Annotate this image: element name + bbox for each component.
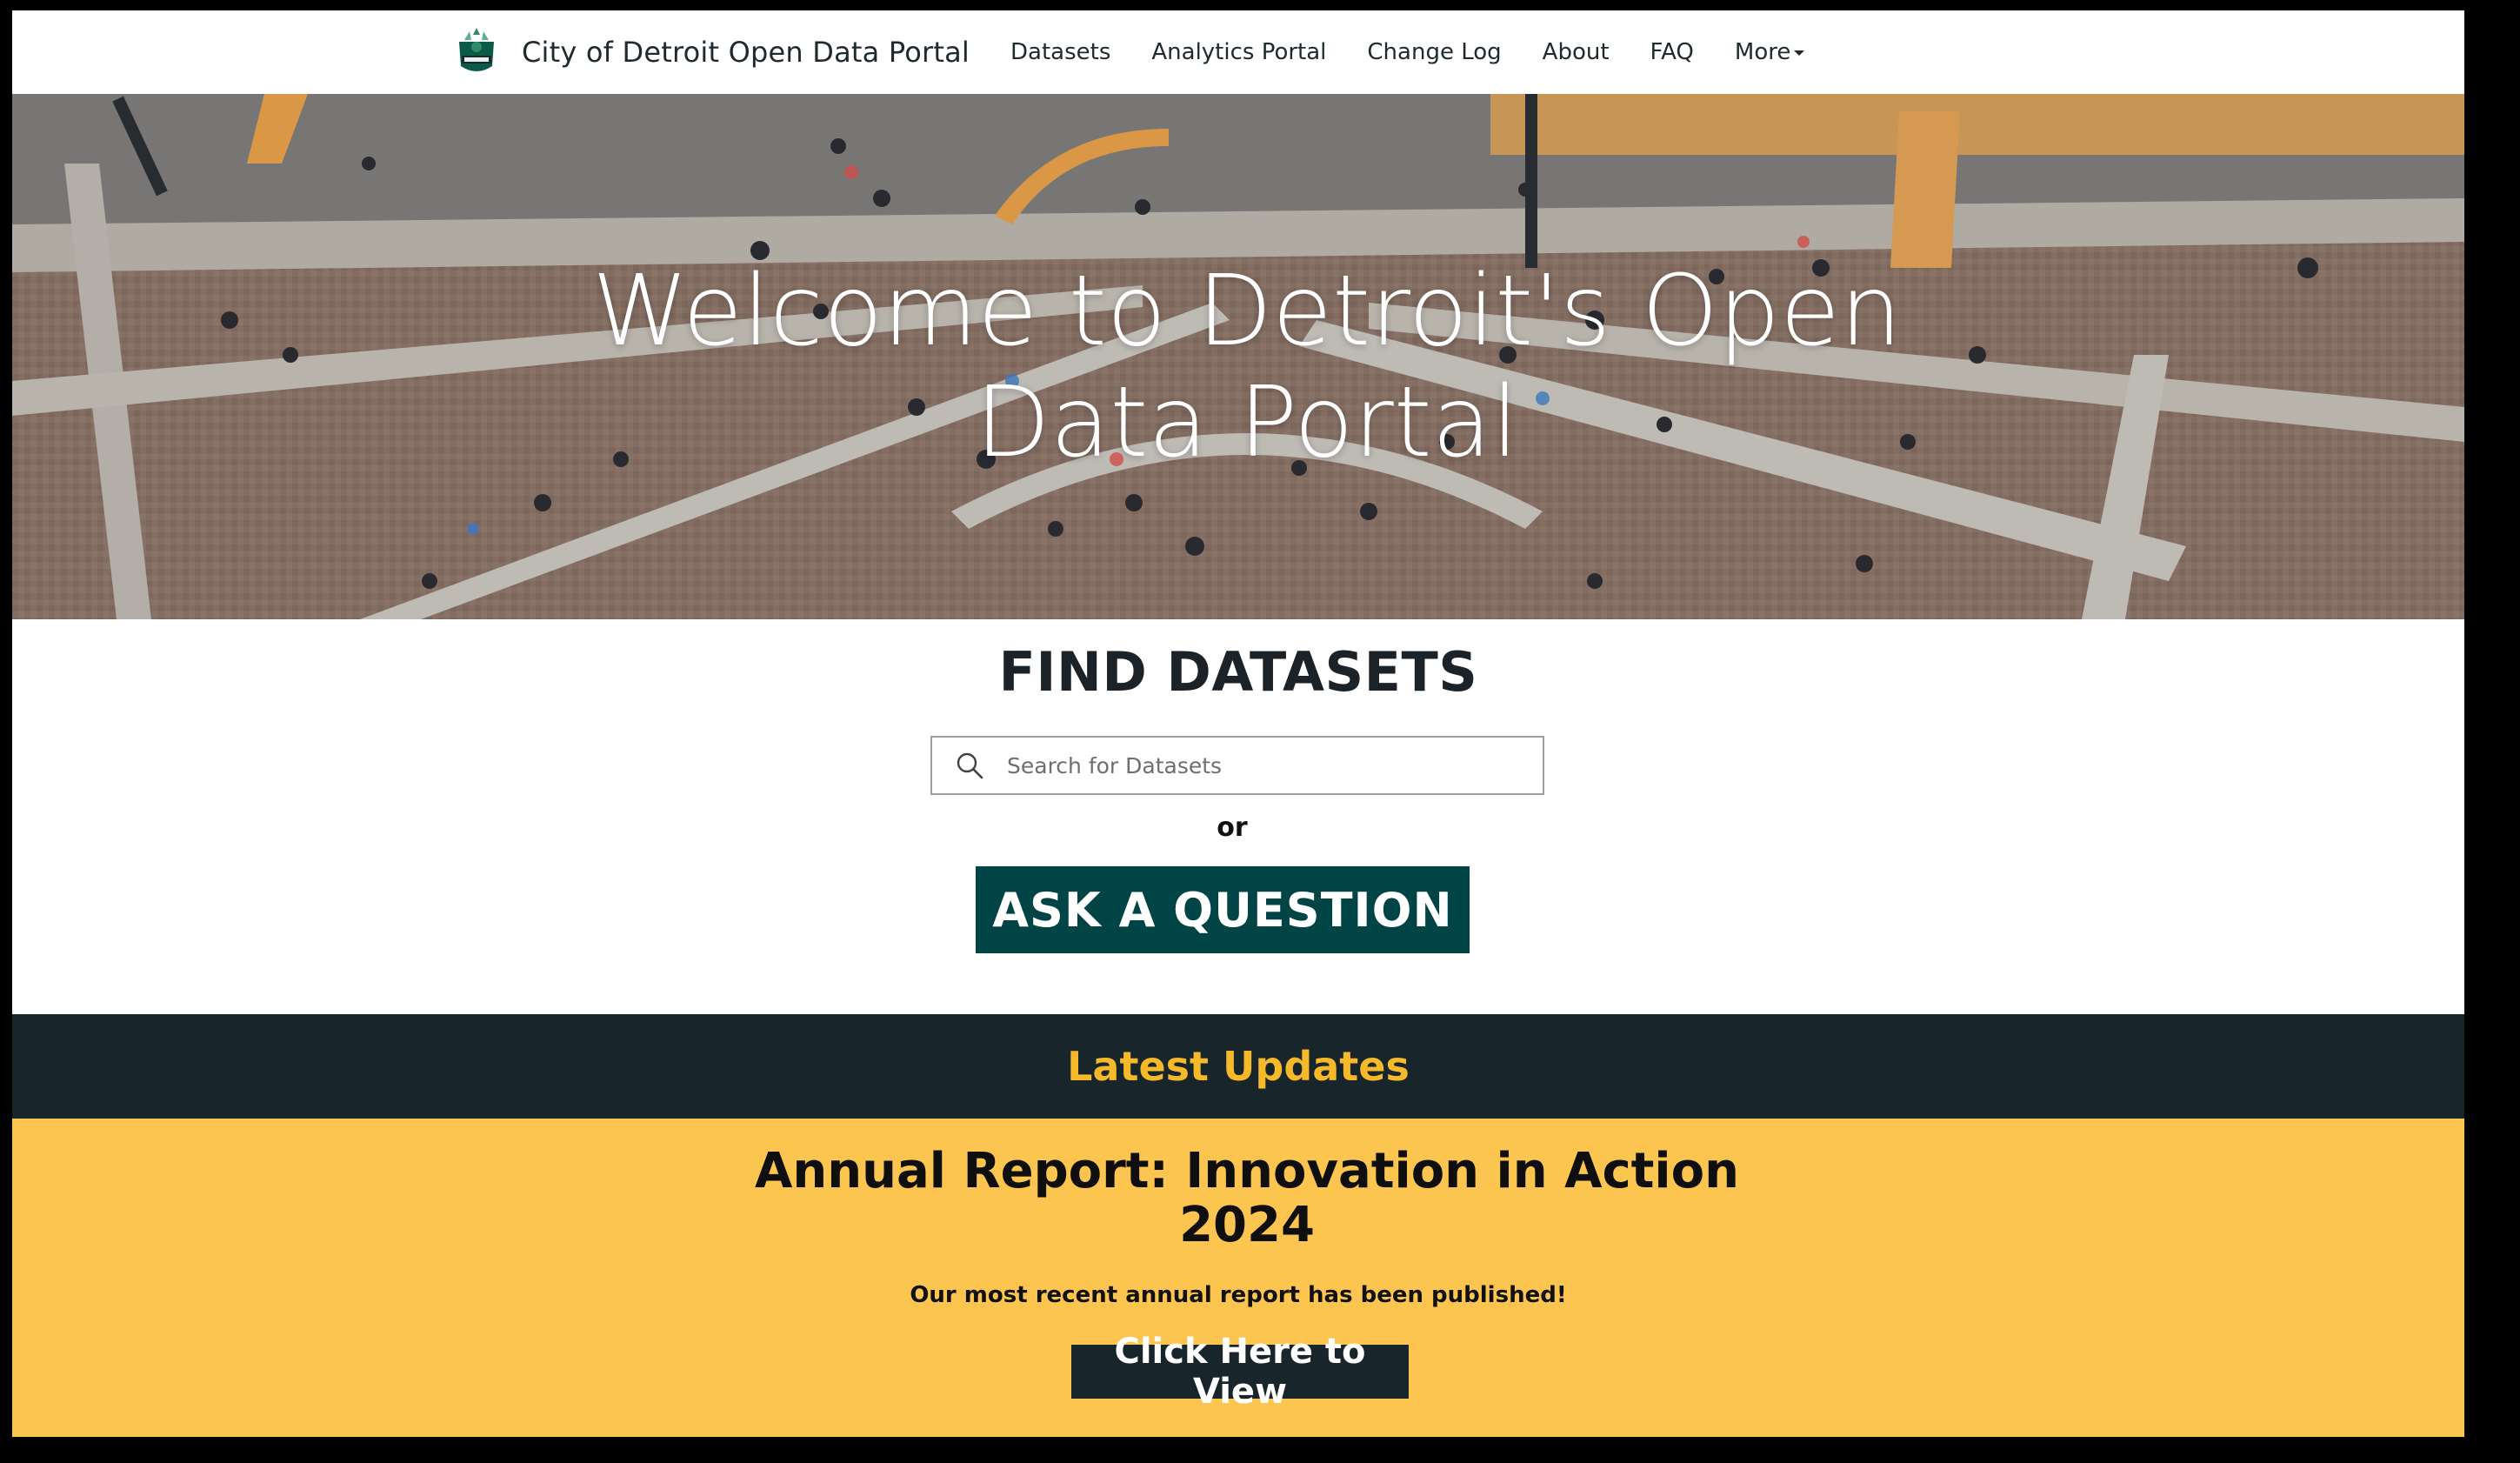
view-report-button[interactable]: Click Here to View — [1071, 1332, 1409, 1412]
nav-link-faq[interactable]: FAQ — [1650, 39, 1694, 65]
top-navbar: City of Detroit Open Data Portal Dataset… — [12, 10, 2464, 94]
hero-banner: Welcome to Detroit's Open Data Portal — [12, 94, 2464, 619]
hero-title: Welcome to Detroit's Open Data Portal — [591, 255, 1903, 479]
search-icon — [957, 752, 983, 779]
latest-updates-title: Latest Updates — [1067, 1043, 1410, 1090]
brand-home-link[interactable]: City of Detroit Open Data Portal — [454, 26, 970, 78]
browser-page: City of Detroit Open Data Portal Dataset… — [12, 10, 2464, 1437]
ask-a-question-button[interactable]: ASK A QUESTION — [976, 866, 1470, 953]
annual-report-subtitle: Our most recent annual report has been p… — [910, 1282, 1567, 1308]
nav-link-analytics-portal[interactable]: Analytics Portal — [1151, 39, 1326, 65]
caret-down-icon — [1794, 50, 1805, 56]
detroit-city-seal-icon — [459, 28, 494, 71]
latest-updates-panel: Annual Report: Innovation in Action 2024… — [12, 1119, 2464, 1437]
dataset-search-box[interactable] — [930, 736, 1544, 795]
find-datasets-heading: FIND DATASETS — [998, 640, 1478, 704]
nav-link-change-log[interactable]: Change Log — [1367, 39, 1501, 65]
latest-updates-header: Latest Updates — [12, 1014, 2464, 1119]
annual-report-title: Annual Report: Innovation in Action 2024 — [755, 1143, 1739, 1253]
or-separator: or — [1217, 812, 1248, 843]
nav-link-about[interactable]: About — [1543, 39, 1610, 65]
nav-links: Datasets Analytics Portal Change Log Abo… — [1010, 10, 1845, 94]
search-input[interactable] — [1005, 752, 1530, 779]
nav-more-dropdown[interactable]: More — [1734, 39, 1805, 65]
nav-link-datasets[interactable]: Datasets — [1010, 39, 1110, 65]
brand-title: City of Detroit Open Data Portal — [522, 36, 970, 69]
nav-more-label: More — [1734, 39, 1791, 65]
